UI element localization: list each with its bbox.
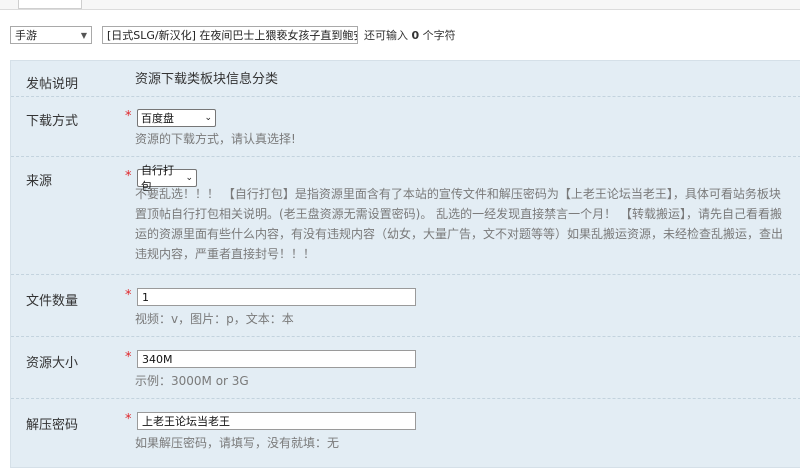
chevron-down-icon: ▼	[80, 30, 87, 40]
download-method-select[interactable]: 百度盘 ⌄	[137, 109, 216, 127]
required-mark: *	[125, 288, 132, 303]
download-method-help: 资源的下载方式，请认真选择!	[135, 132, 296, 146]
source-label: 来源	[26, 174, 53, 189]
char-count-hint: 还可输入 0 个字符	[364, 27, 456, 43]
required-mark: *	[125, 109, 132, 124]
title-row: 手游 ▼ [日式SLG/新汉化] 在夜间巴士上猥亵女孩子直到鲍安卓+PC 还可输…	[10, 26, 456, 44]
required-mark: *	[125, 169, 132, 184]
file-count-help: 视频：v，图片：p，文本：本	[135, 312, 294, 326]
source-desc-line: 违规内容，严重者直接封号！！！	[135, 247, 316, 261]
chevron-down-icon: ⌄	[185, 173, 193, 183]
required-mark: *	[125, 412, 132, 427]
char-hint-suffix: 个字符	[422, 29, 456, 42]
extract-password-input[interactable]: 上老王论坛当老王	[137, 412, 416, 430]
category-select-value: 手游	[15, 29, 37, 42]
row-source: 来源 * 自行打包 ⌄ 不要乱选！！！ 【自行打包】是指资源里面含有了本站的宣传…	[11, 156, 800, 274]
active-tab[interactable]	[18, 0, 82, 9]
post-intro-label: 发帖说明	[26, 77, 79, 92]
resource-size-label: 资源大小	[26, 356, 79, 371]
row-file-count: 文件数量 * 1 视频：v，图片：p，文本：本	[11, 274, 800, 336]
file-count-label: 文件数量	[26, 294, 79, 309]
required-mark: *	[125, 350, 132, 365]
download-method-label: 下载方式	[26, 114, 79, 129]
extract-password-label: 解压密码	[26, 418, 79, 433]
title-input[interactable]: [日式SLG/新汉化] 在夜间巴士上猥亵女孩子直到鲍安卓+PC	[102, 26, 358, 44]
source-desc-line: 不要乱选！！！ 【自行打包】是指资源里面含有了本站的宣传文件和解压密码为【上老王…	[135, 187, 781, 201]
resource-info-panel: 发帖说明 资源下载类板块信息分类 下载方式 * 百度盘 ⌄ 资源的下载方式，请认…	[10, 60, 800, 468]
row-download-method: 下载方式 * 百度盘 ⌄ 资源的下载方式，请认真选择!	[11, 96, 800, 156]
char-hint-count: 0	[411, 29, 420, 42]
row-resource-size: 资源大小 * 340M 示例：3000M or 3G	[11, 336, 800, 398]
source-description: 不要乱选！！！ 【自行打包】是指资源里面含有了本站的宣传文件和解压密码为【上老王…	[135, 184, 800, 264]
source-desc-line: 置顶帖自行打包相关说明。(老王盘资源无需设置密码)。 乱选的一经发现直接禁言一个…	[135, 207, 782, 221]
chevron-down-icon: ⌄	[204, 113, 212, 123]
resource-size-help: 示例：3000M or 3G	[135, 374, 249, 388]
top-tab-strip	[0, 0, 800, 10]
extract-password-help: 如果解压密码，请填写，没有就填：无	[135, 436, 340, 450]
row-extract-password: 解压密码 * 上老王论坛当老王 如果解压密码，请填写，没有就填：无	[11, 398, 800, 468]
row-post-intro: 发帖说明 资源下载类板块信息分类	[11, 61, 800, 96]
post-intro-text: 资源下载类板块信息分类	[135, 72, 279, 87]
resource-size-input[interactable]: 340M	[137, 350, 416, 368]
file-count-input[interactable]: 1	[137, 288, 416, 306]
source-desc-line: 运的资源里面有些什么内容，有没有违规内容（幼女，大量广告，文不对题等等）如果乱搬…	[135, 227, 784, 241]
category-select[interactable]: 手游 ▼	[10, 26, 92, 44]
download-method-value: 百度盘	[141, 112, 174, 125]
char-hint-prefix: 还可输入	[364, 29, 408, 42]
